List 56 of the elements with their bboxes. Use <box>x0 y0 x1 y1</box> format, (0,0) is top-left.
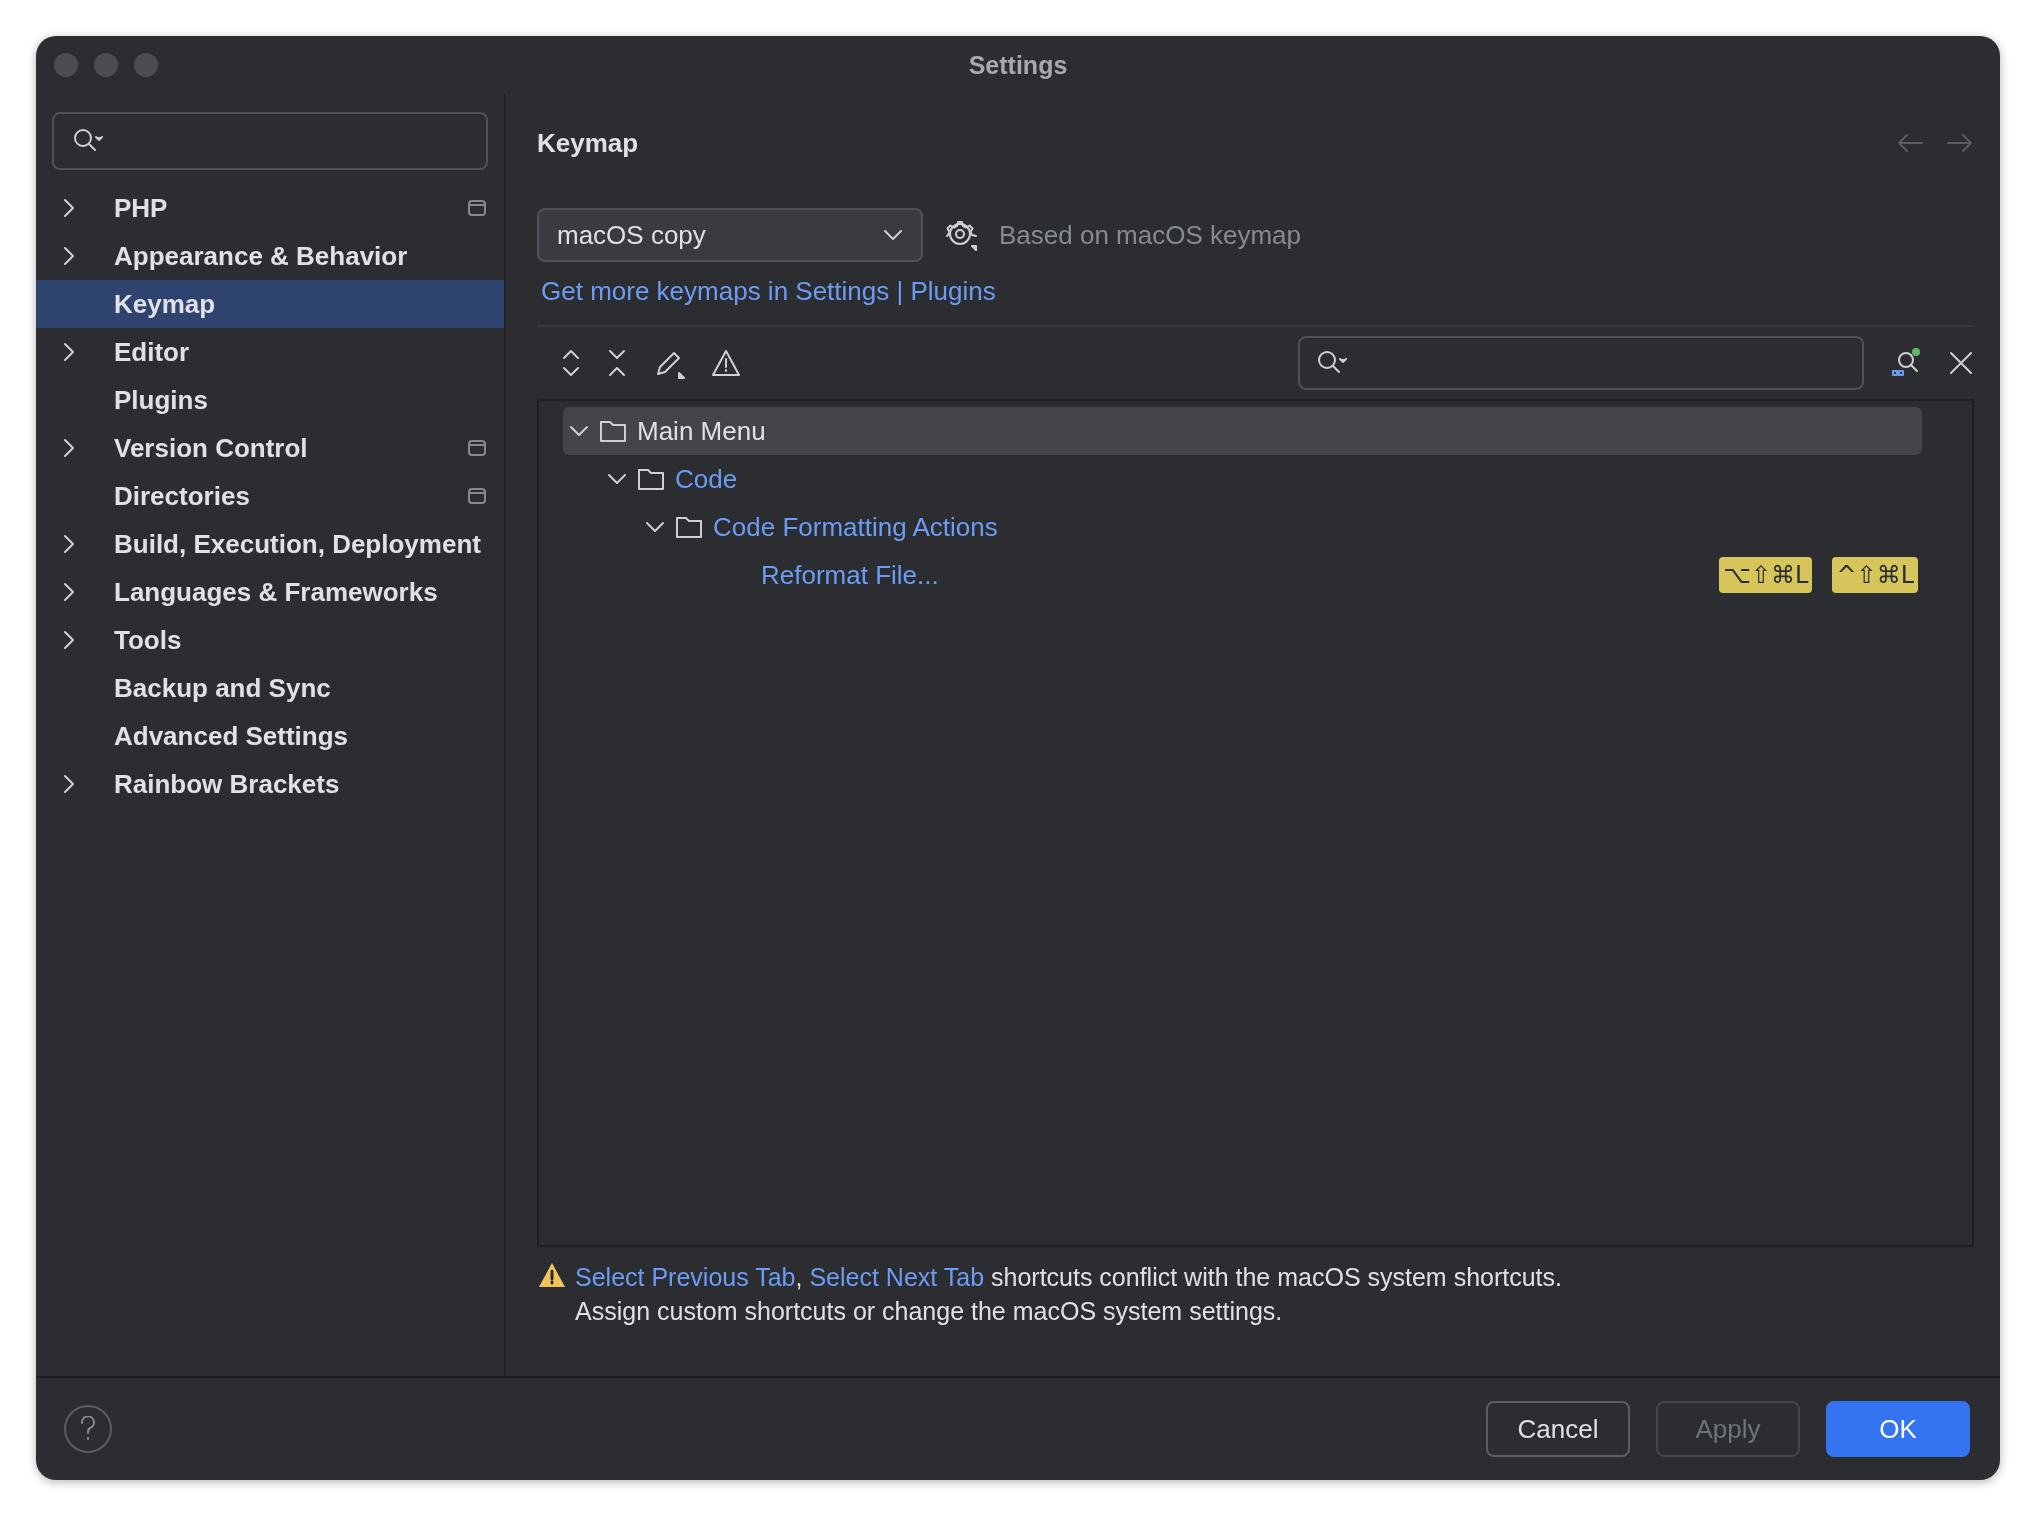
shortcut-search-field[interactable] <box>1298 336 1864 390</box>
warning-icon <box>537 1261 567 1289</box>
search-field[interactable] <box>52 112 488 170</box>
chevron-right-icon <box>62 581 76 603</box>
sidebar-item[interactable]: Version Control <box>36 424 504 472</box>
sidebar-item[interactable]: Rainbow Brackets <box>36 760 504 808</box>
folder-icon <box>599 419 627 443</box>
sidebar-item[interactable]: Appearance & Behavior <box>36 232 504 280</box>
sidebar-item[interactable]: Advanced Settings <box>36 712 504 760</box>
chevron-right-icon <box>62 533 76 555</box>
conflict-hint-text: Assign custom shortcuts or change the macOS system settings. <box>575 1296 1284 1327</box>
chevron-down-icon[interactable] <box>607 472 627 486</box>
sidebar-item[interactable]: Keymap <box>36 280 504 328</box>
expand-all-icon[interactable] <box>561 348 581 378</box>
window-title: Settings <box>968 50 1068 80</box>
sidebar-item[interactable]: Editor <box>36 328 504 376</box>
tree-row[interactable]: Code Formatting Actions <box>563 503 1922 551</box>
sidebar-item[interactable]: Directories <box>36 472 504 520</box>
chevron-down-icon[interactable] <box>645 520 665 534</box>
plugins-link[interactable]: Get more keymaps in Settings | Plugins <box>541 276 996 306</box>
chevron-right-icon <box>62 437 76 459</box>
chevron-down-icon[interactable] <box>569 424 589 438</box>
sidebar-item[interactable]: Tools <box>36 616 504 664</box>
keymap-dropdown[interactable]: macOS copy <box>537 208 923 262</box>
shortcut-link[interactable]: Select Previous Tab <box>575 1263 796 1291</box>
ok-button[interactable]: OK <box>1826 1401 1970 1457</box>
sidebar-item[interactable]: Build, Execution, Deployment <box>36 520 504 568</box>
chevron-right-icon <box>62 197 76 219</box>
conflict-warning-text: Select Previous Tab, Select Next Tab shortcuts conflict with the macOS system shortcuts. <box>575 1262 1562 1293</box>
collapse-all-icon[interactable] <box>607 348 627 378</box>
help-button[interactable] <box>64 1405 112 1453</box>
shortcut-badge: ^⇧⌘L <box>1832 557 1918 593</box>
dialog-button[interactable]: Cancel <box>1486 1401 1630 1457</box>
tree-row[interactable]: Reformat File... ⌥⇧⌘L ^⇧⌘L <box>563 551 1922 599</box>
chevron-right-icon <box>62 773 76 795</box>
folder-icon <box>637 467 665 491</box>
close-icon[interactable] <box>1948 350 1974 376</box>
sidebar-item[interactable]: Plugins <box>36 376 504 424</box>
shortcut-link[interactable]: Select Next Tab <box>809 1263 985 1291</box>
page-title: Keymap <box>537 127 639 159</box>
sidebar-item[interactable]: Backup and Sync <box>36 664 504 712</box>
tree-row[interactable]: Main Menu <box>563 407 1922 455</box>
based-on-text: Based on macOS keymap <box>999 219 1302 251</box>
sidebar-item[interactable]: Languages & Frameworks <box>36 568 504 616</box>
folder-icon <box>675 515 703 539</box>
question-mark-icon <box>80 1416 96 1442</box>
chevron-down-icon[interactable] <box>883 228 903 242</box>
sidebar-item[interactable]: PHP <box>36 184 504 232</box>
tree-row[interactable]: Code <box>563 455 1922 503</box>
chevron-right-icon <box>62 245 76 267</box>
chevron-right-icon <box>62 341 76 363</box>
shortcut-badge: ⌥⇧⌘L <box>1719 557 1813 593</box>
find-by-shortcut-icon[interactable] <box>1890 347 1922 379</box>
chevron-right-icon <box>62 629 76 651</box>
warning-icon[interactable] <box>711 349 741 377</box>
gear-icon[interactable] <box>945 219 977 251</box>
